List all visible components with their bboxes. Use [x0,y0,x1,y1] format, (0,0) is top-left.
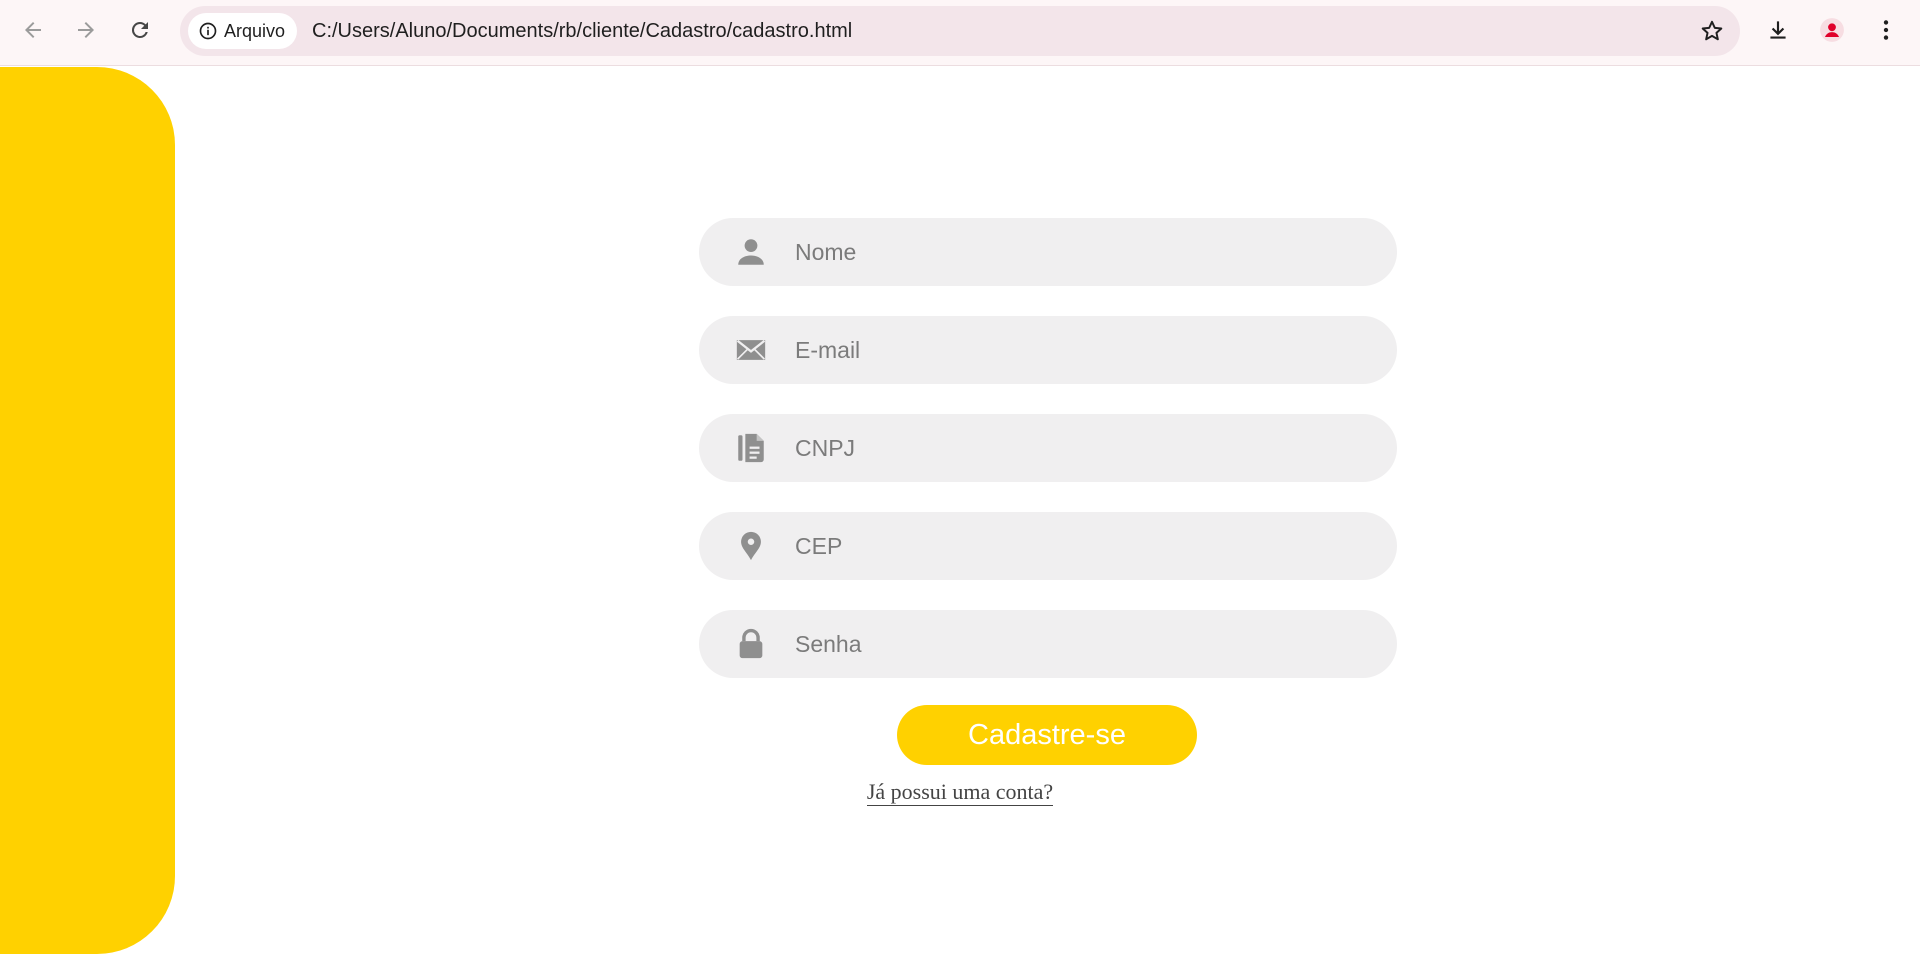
email-field [699,316,1397,384]
info-icon [199,22,217,40]
back-arrow-icon [25,22,41,38]
login-link[interactable]: Já possui uma conta? [866,779,1054,806]
profile-icon [1820,18,1844,42]
forward-button[interactable] [66,10,106,50]
reload-button[interactable] [120,10,160,50]
signup-button[interactable]: Cadastre-se [897,705,1197,765]
location-pin-icon [733,528,769,564]
lock-icon [733,626,769,662]
name-field [699,218,1397,286]
password-field [699,610,1397,678]
name-input[interactable] [795,218,1375,286]
cep-input[interactable] [795,512,1375,580]
signup-form [699,218,1397,708]
url-text[interactable]: C:/Users/Aluno/Documents/rb/cliente/Cada… [312,6,852,56]
back-button[interactable] [13,10,53,50]
email-input[interactable] [795,316,1375,384]
more-vert-icon [1883,20,1889,40]
cnpj-field [699,414,1397,482]
profile-button[interactable] [1812,10,1852,50]
downloads-button[interactable] [1758,10,1798,50]
site-info-label: Arquivo [224,20,286,41]
browser-toolbar: Arquivo C:/Users/Aluno/Documents/rb/clie… [0,0,1920,66]
password-input[interactable] [795,610,1375,678]
document-icon [733,430,769,466]
address-bar[interactable]: Arquivo C:/Users/Aluno/Documents/rb/clie… [180,6,1740,56]
star-icon [1701,20,1723,41]
decorative-yellow-panel [0,67,175,954]
forward-arrow-icon [78,22,94,38]
cnpj-input[interactable] [795,414,1375,482]
cep-field [699,512,1397,580]
bookmark-button[interactable] [1694,13,1730,49]
person-icon [733,234,769,270]
site-info-chip[interactable]: Arquivo [188,13,298,49]
login-link-container: Já possui uma conta? [0,779,1920,806]
menu-button[interactable] [1866,10,1906,50]
reload-icon [131,21,148,38]
envelope-icon [733,332,769,368]
download-icon [1770,21,1786,39]
